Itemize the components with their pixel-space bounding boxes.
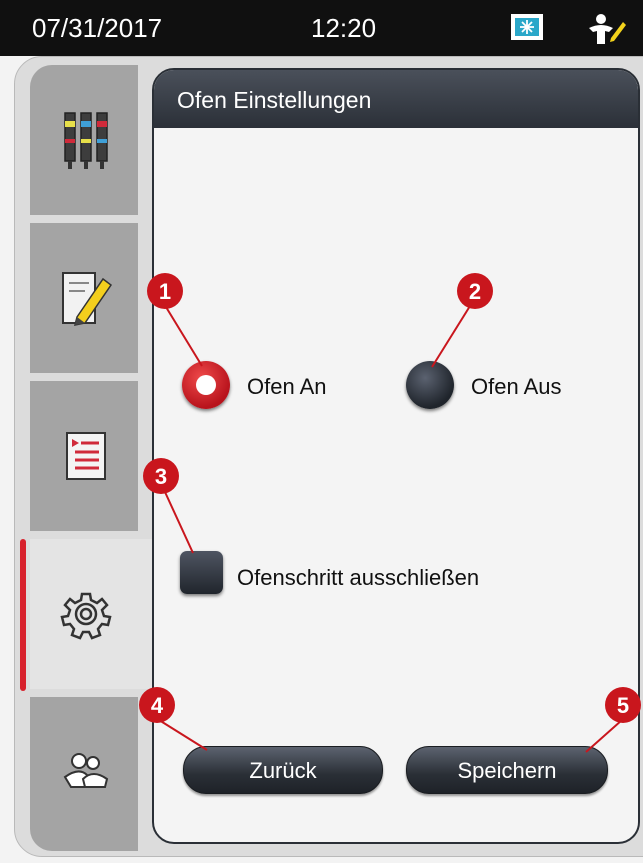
callout-lines <box>158 305 623 753</box>
callout-5: 5 <box>605 687 641 723</box>
callout-1: 1 <box>147 273 183 309</box>
callout-3: 3 <box>143 458 179 494</box>
callout-4: 4 <box>139 687 175 723</box>
callout-2: 2 <box>457 273 493 309</box>
